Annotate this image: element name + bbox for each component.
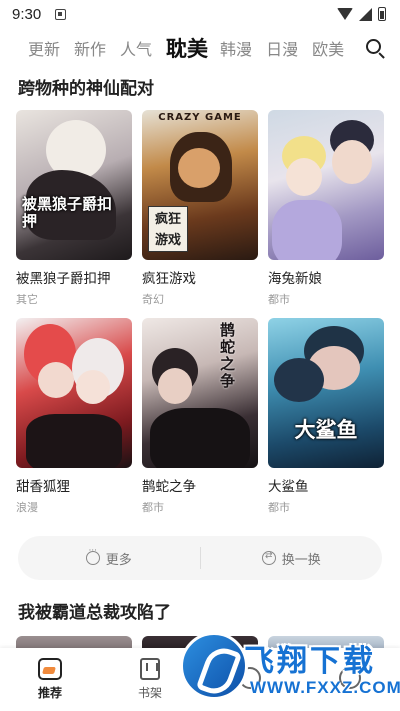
- section-title: 跨物种的神仙配对: [18, 79, 154, 99]
- comic-title: 鹊蛇之争: [142, 479, 196, 495]
- watermark-title: 飞翔下载: [244, 644, 376, 679]
- comic-genre: 都市: [142, 501, 164, 514]
- comic-card[interactable]: 大鲨鱼 大鲨鱼 都市: [268, 318, 384, 515]
- recommend-icon: [38, 658, 62, 680]
- category-tabs: 更新 新作 人气 耽美 韩漫 日漫 欧美: [0, 30, 400, 66]
- comic-grid-row-1: 被黑狼子爵扣押 被黑狼子爵扣押 其它 CRAZY GAME 疯狂游戏 疯狂游戏 …: [16, 110, 384, 307]
- cover-title-art: 鹊蛇之争: [220, 321, 236, 390]
- status-bar: 9:30: [0, 0, 400, 28]
- nav-recommend[interactable]: 推荐: [0, 648, 100, 711]
- more-label: 更多: [105, 552, 132, 568]
- comic-card[interactable]: CRAZY GAME 疯狂游戏 疯狂游戏 奇幻: [142, 110, 258, 307]
- comic-card[interactable]: 甜香狐狸 浪漫: [16, 318, 132, 515]
- nav-label: 推荐: [37, 686, 62, 700]
- comic-cover[interactable]: 被黑狼子爵扣押: [16, 110, 132, 260]
- refresh-icon: [261, 551, 276, 565]
- tab-western[interactable]: 欧美: [312, 36, 344, 60]
- comic-cover[interactable]: [16, 318, 132, 468]
- comic-cover[interactable]: 鹊蛇之争: [142, 318, 258, 468]
- section-actions: 更多 换一换: [18, 536, 382, 580]
- comic-genre: 都市: [268, 293, 290, 306]
- tab-japanese[interactable]: 日漫: [266, 36, 298, 60]
- refresh-label: 换一换: [281, 552, 321, 568]
- status-indicators: [337, 7, 386, 21]
- more-icon: [85, 546, 100, 565]
- comic-genre: 奇幻: [142, 293, 164, 306]
- bookshelf-icon: [140, 658, 160, 680]
- comic-title: 海兔新娘: [268, 271, 322, 287]
- comic-cover[interactable]: 大鲨鱼: [268, 318, 384, 468]
- comic-grid-row-2: 甜香狐狸 浪漫 鹊蛇之争 鹊蛇之争 都市 大鲨鱼 大鲨鱼 都市: [16, 318, 384, 515]
- tab-danmei[interactable]: 耽美: [166, 33, 208, 63]
- notification-icon: [55, 8, 67, 20]
- comic-genre: 都市: [268, 501, 290, 514]
- wifi-icon: [337, 8, 353, 20]
- comic-genre: 其它: [16, 293, 38, 306]
- tab-new[interactable]: 新作: [74, 36, 106, 60]
- comic-card[interactable]: 被黑狼子爵扣押 被黑狼子爵扣押 其它: [16, 110, 132, 307]
- comic-card[interactable]: 鹊蛇之争 鹊蛇之争 都市: [142, 318, 258, 515]
- comic-cover[interactable]: CRAZY GAME 疯狂游戏: [142, 110, 258, 260]
- status-time: 9:30: [12, 5, 42, 23]
- comic-title: 甜香狐狸: [16, 479, 70, 495]
- cover-title-art: 大鲨鱼: [294, 418, 358, 442]
- comic-card[interactable]: 海兔新娘 都市: [268, 110, 384, 307]
- comic-cover[interactable]: [268, 110, 384, 260]
- search-icon[interactable]: [364, 37, 386, 59]
- battery-icon: [378, 7, 386, 21]
- nav-label: 书架: [137, 686, 162, 700]
- comic-title: 被黑狼子爵扣押: [16, 271, 111, 287]
- cover-title-art: CRAZY GAME: [158, 112, 242, 123]
- comic-title: 大鲨鱼: [268, 479, 309, 495]
- cover-badge: 疯狂游戏: [148, 206, 188, 252]
- comic-genre: 浪漫: [16, 501, 38, 514]
- more-button[interactable]: 更多: [18, 546, 200, 568]
- watermark-url: WWW.FXXZ.COM: [250, 678, 400, 697]
- section-title: 我被霸道总裁攻陷了: [18, 603, 171, 623]
- comic-title: 疯狂游戏: [142, 271, 196, 287]
- tab-korean[interactable]: 韩漫: [220, 36, 252, 60]
- signal-icon: [359, 7, 372, 21]
- tab-popular[interactable]: 人气: [120, 36, 152, 60]
- watermark-logo-icon: [180, 632, 248, 700]
- watermark: 飞翔下载 WWW.FXXZ.COM: [180, 630, 400, 705]
- tab-updates[interactable]: 更新: [28, 36, 60, 60]
- cover-title-art: 被黑狼子爵扣押: [22, 195, 113, 230]
- refresh-button[interactable]: 换一换: [201, 549, 383, 568]
